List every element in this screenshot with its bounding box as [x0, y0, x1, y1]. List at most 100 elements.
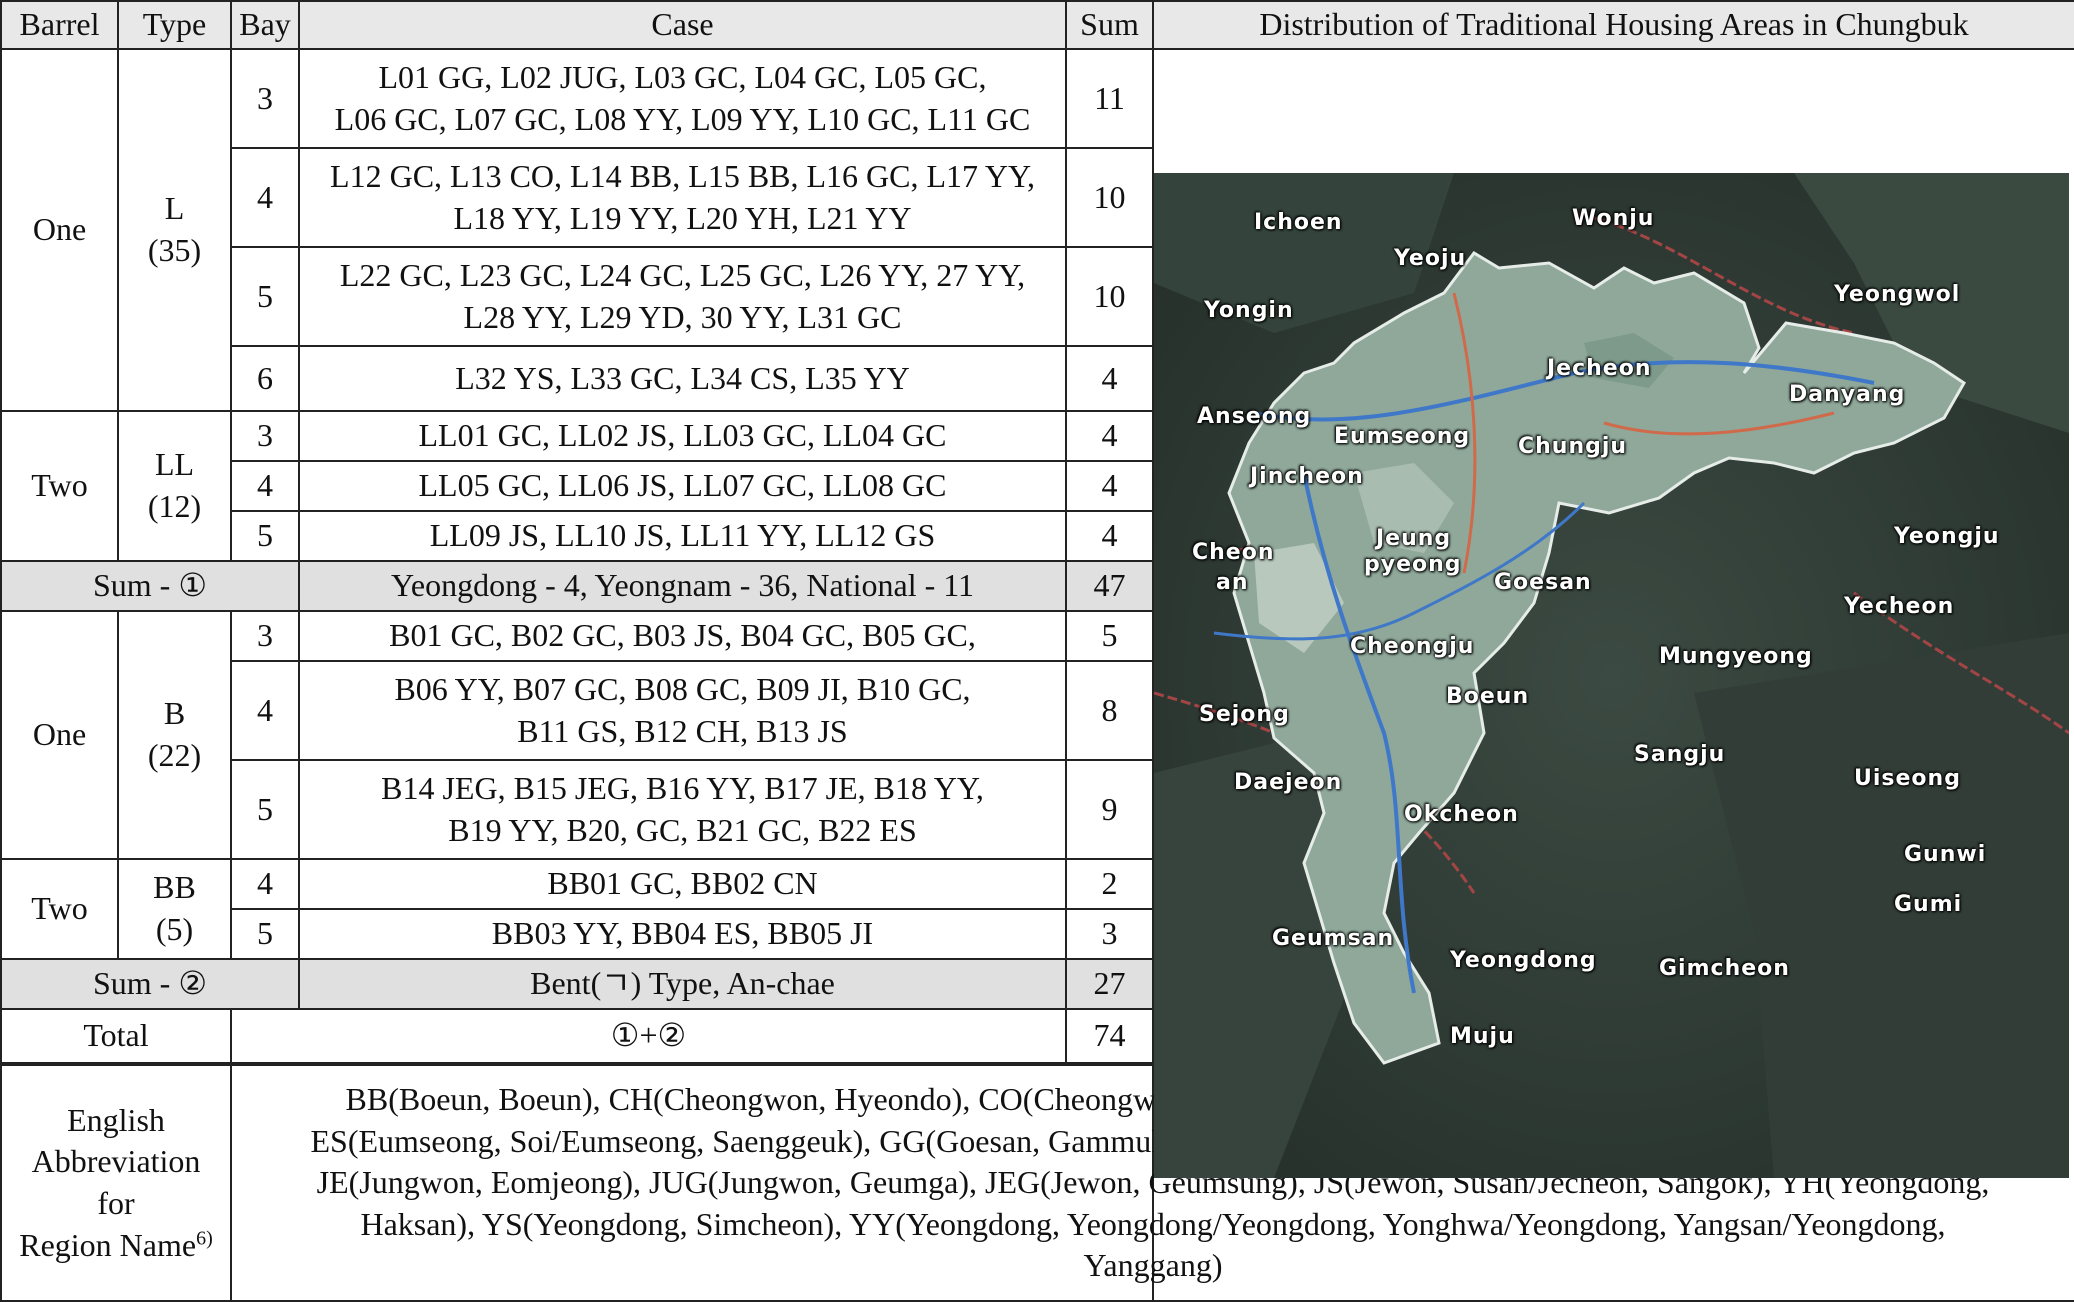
- type-bb: BB (5): [117, 858, 232, 960]
- abbr-label-line-last: Region Name6): [2, 1225, 230, 1267]
- bay-cell: 4: [230, 660, 300, 761]
- barrel-two-b: Two: [0, 858, 119, 960]
- map-label: Danyang: [1789, 381, 1906, 407]
- bay-cell: 3: [230, 48, 300, 149]
- footnote-marker: 6): [196, 1226, 213, 1249]
- header-sum: Sum: [1065, 0, 1154, 50]
- map-label: Yeongwol: [1834, 281, 1961, 307]
- case-line: L28 YY, L29 YD, 30 YY, L31 GC: [463, 298, 902, 335]
- bay-cell: 5: [230, 510, 300, 562]
- case-line: L22 GC, L23 GC, L24 GC, L25 GC, L26 YY, …: [339, 256, 1026, 293]
- sum-cell: 10: [1065, 246, 1154, 347]
- map-label: Mungyeong: [1659, 643, 1813, 669]
- map-label: Gunwi: [1904, 841, 1987, 867]
- map-label: Jeung: [1376, 525, 1452, 551]
- case-cell: L22 GC, L23 GC, L24 GC, L25 GC, L26 YY, …: [298, 246, 1067, 347]
- sum-one-label: Sum - ①: [0, 560, 300, 612]
- map-label: Anseong: [1197, 403, 1312, 429]
- bay-cell: 4: [230, 460, 300, 512]
- type-ll-label: LL: [154, 446, 195, 483]
- map-label: Cheon: [1192, 539, 1275, 565]
- bay-cell: 3: [230, 610, 300, 662]
- sum-cell: 10: [1065, 147, 1154, 248]
- sum-cell: 8: [1065, 660, 1154, 761]
- header-bay: Bay: [230, 0, 300, 50]
- sum-cell: 11: [1065, 48, 1154, 149]
- sum-cell: 4: [1065, 345, 1154, 412]
- bay-cell: 5: [230, 246, 300, 347]
- map-label: Ichoen: [1254, 209, 1343, 235]
- case-cell: BB03 YY, BB04 ES, BB05 JI: [298, 908, 1067, 960]
- map-label: Sangju: [1634, 741, 1726, 767]
- total-formula: ①+②: [230, 1008, 1067, 1064]
- case-line: L06 GC, L07 GC, L08 YY, L09 YY, L10 GC, …: [334, 100, 1031, 137]
- type-ll-count: (12): [147, 488, 202, 524]
- bay-cell: 5: [230, 908, 300, 960]
- chungbuk-map: Ichoen Wonju Yeoju Yongin Yeongwol Jeche…: [1154, 172, 2069, 1178]
- abbr-label-line: English: [67, 1101, 165, 1138]
- total-value: 74: [1065, 1008, 1154, 1064]
- bay-cell: 3: [230, 410, 300, 462]
- barrel-two-a: Two: [0, 410, 119, 562]
- map-label: Wonju: [1572, 205, 1655, 231]
- type-l: L (35): [117, 48, 232, 412]
- map-label: pyeong: [1364, 551, 1462, 577]
- type-b-label: B: [163, 695, 186, 732]
- barrel-one-b: One: [0, 610, 119, 860]
- abbr-label-line: Abbreviation: [31, 1143, 201, 1180]
- header-type: Type: [117, 0, 232, 50]
- map-cell: Ichoen Wonju Yeoju Yongin Yeongwol Jeche…: [1152, 48, 2074, 1302]
- map-label: Jecheon: [1547, 355, 1652, 381]
- bay-cell: 4: [230, 147, 300, 248]
- type-l-label: L: [164, 190, 185, 227]
- case-line: L18 YY, L19 YY, L20 YH, L21 YY: [453, 199, 912, 236]
- housing-table: Barrel Type Bay Case Sum Distribution of…: [0, 0, 2074, 1302]
- abbr-label-line: for: [97, 1185, 135, 1221]
- map-label: Gumi: [1894, 891, 1963, 917]
- case-cell: B06 YY, B07 GC, B08 GC, B09 JI, B10 GC, …: [298, 660, 1067, 761]
- case-line: L01 GG, L02 JUG, L03 GC, L04 GC, L05 GC,: [378, 58, 987, 95]
- bay-cell: 6: [230, 345, 300, 412]
- case-cell: BB01 GC, BB02 CN: [298, 858, 1067, 910]
- case-cell: L32 YS, L33 GC, L34 CS, L35 YY: [298, 345, 1067, 412]
- abbr-label-text: Region Name: [19, 1226, 197, 1263]
- map-label: Cheongju: [1350, 633, 1475, 659]
- sum-cell: 5: [1065, 610, 1154, 662]
- map-label: Boeun: [1446, 683, 1530, 709]
- type-l-count: (35): [147, 232, 202, 268]
- sum-cell: 3: [1065, 908, 1154, 960]
- map-label: Yongin: [1204, 297, 1294, 323]
- sum-cell: 9: [1065, 759, 1154, 860]
- map-label: Jincheon: [1250, 463, 1364, 489]
- map-label: Yeongdong: [1450, 947, 1597, 973]
- sum-two-value: 27: [1065, 958, 1154, 1010]
- map-label: Okcheon: [1404, 801, 1519, 827]
- map-label: Gimcheon: [1659, 955, 1790, 981]
- map-label: Daejeon: [1234, 769, 1343, 795]
- abbr-line: Haksan), YS(Yeongdong, Simcheon), YY(Yeo…: [360, 1205, 1946, 1242]
- case-line: B14 JEG, B15 JEG, B16 YY, B17 JE, B18 YY…: [381, 769, 984, 806]
- sum-one-case: Yeongdong - 4, Yeongnam - 36, National -…: [298, 560, 1067, 612]
- total-label: Total: [0, 1008, 232, 1064]
- sum-two-label: Sum - ②: [0, 958, 300, 1010]
- sum-cell: 4: [1065, 460, 1154, 512]
- type-bb-label: BB: [153, 869, 196, 906]
- case-cell: L12 GC, L13 CO, L14 BB, L15 BB, L16 GC, …: [298, 147, 1067, 248]
- map-label: Yecheon: [1844, 593, 1955, 619]
- map-label: Eumseong: [1334, 423, 1471, 449]
- bay-cell: 5: [230, 759, 300, 860]
- map-label: Muju: [1450, 1023, 1515, 1049]
- type-b-count: (22): [147, 737, 202, 773]
- sum-cell: 2: [1065, 858, 1154, 910]
- case-cell: LL05 GC, LL06 JS, LL07 GC, LL08 GC: [298, 460, 1067, 512]
- type-b: B (22): [117, 610, 232, 860]
- bay-cell: 4: [230, 858, 300, 910]
- map-title: Distribution of Traditional Housing Area…: [1152, 0, 2074, 50]
- case-cell: B14 JEG, B15 JEG, B16 YY, B17 JE, B18 YY…: [298, 759, 1067, 860]
- type-bb-count: (5): [155, 911, 194, 947]
- header-barrel: Barrel: [0, 0, 119, 50]
- barrel-one-a: One: [0, 48, 119, 412]
- case-line: L12 GC, L13 CO, L14 BB, L15 BB, L16 GC, …: [330, 157, 1035, 194]
- sum-cell: 4: [1065, 510, 1154, 562]
- map-label: Yeongju: [1894, 523, 2000, 549]
